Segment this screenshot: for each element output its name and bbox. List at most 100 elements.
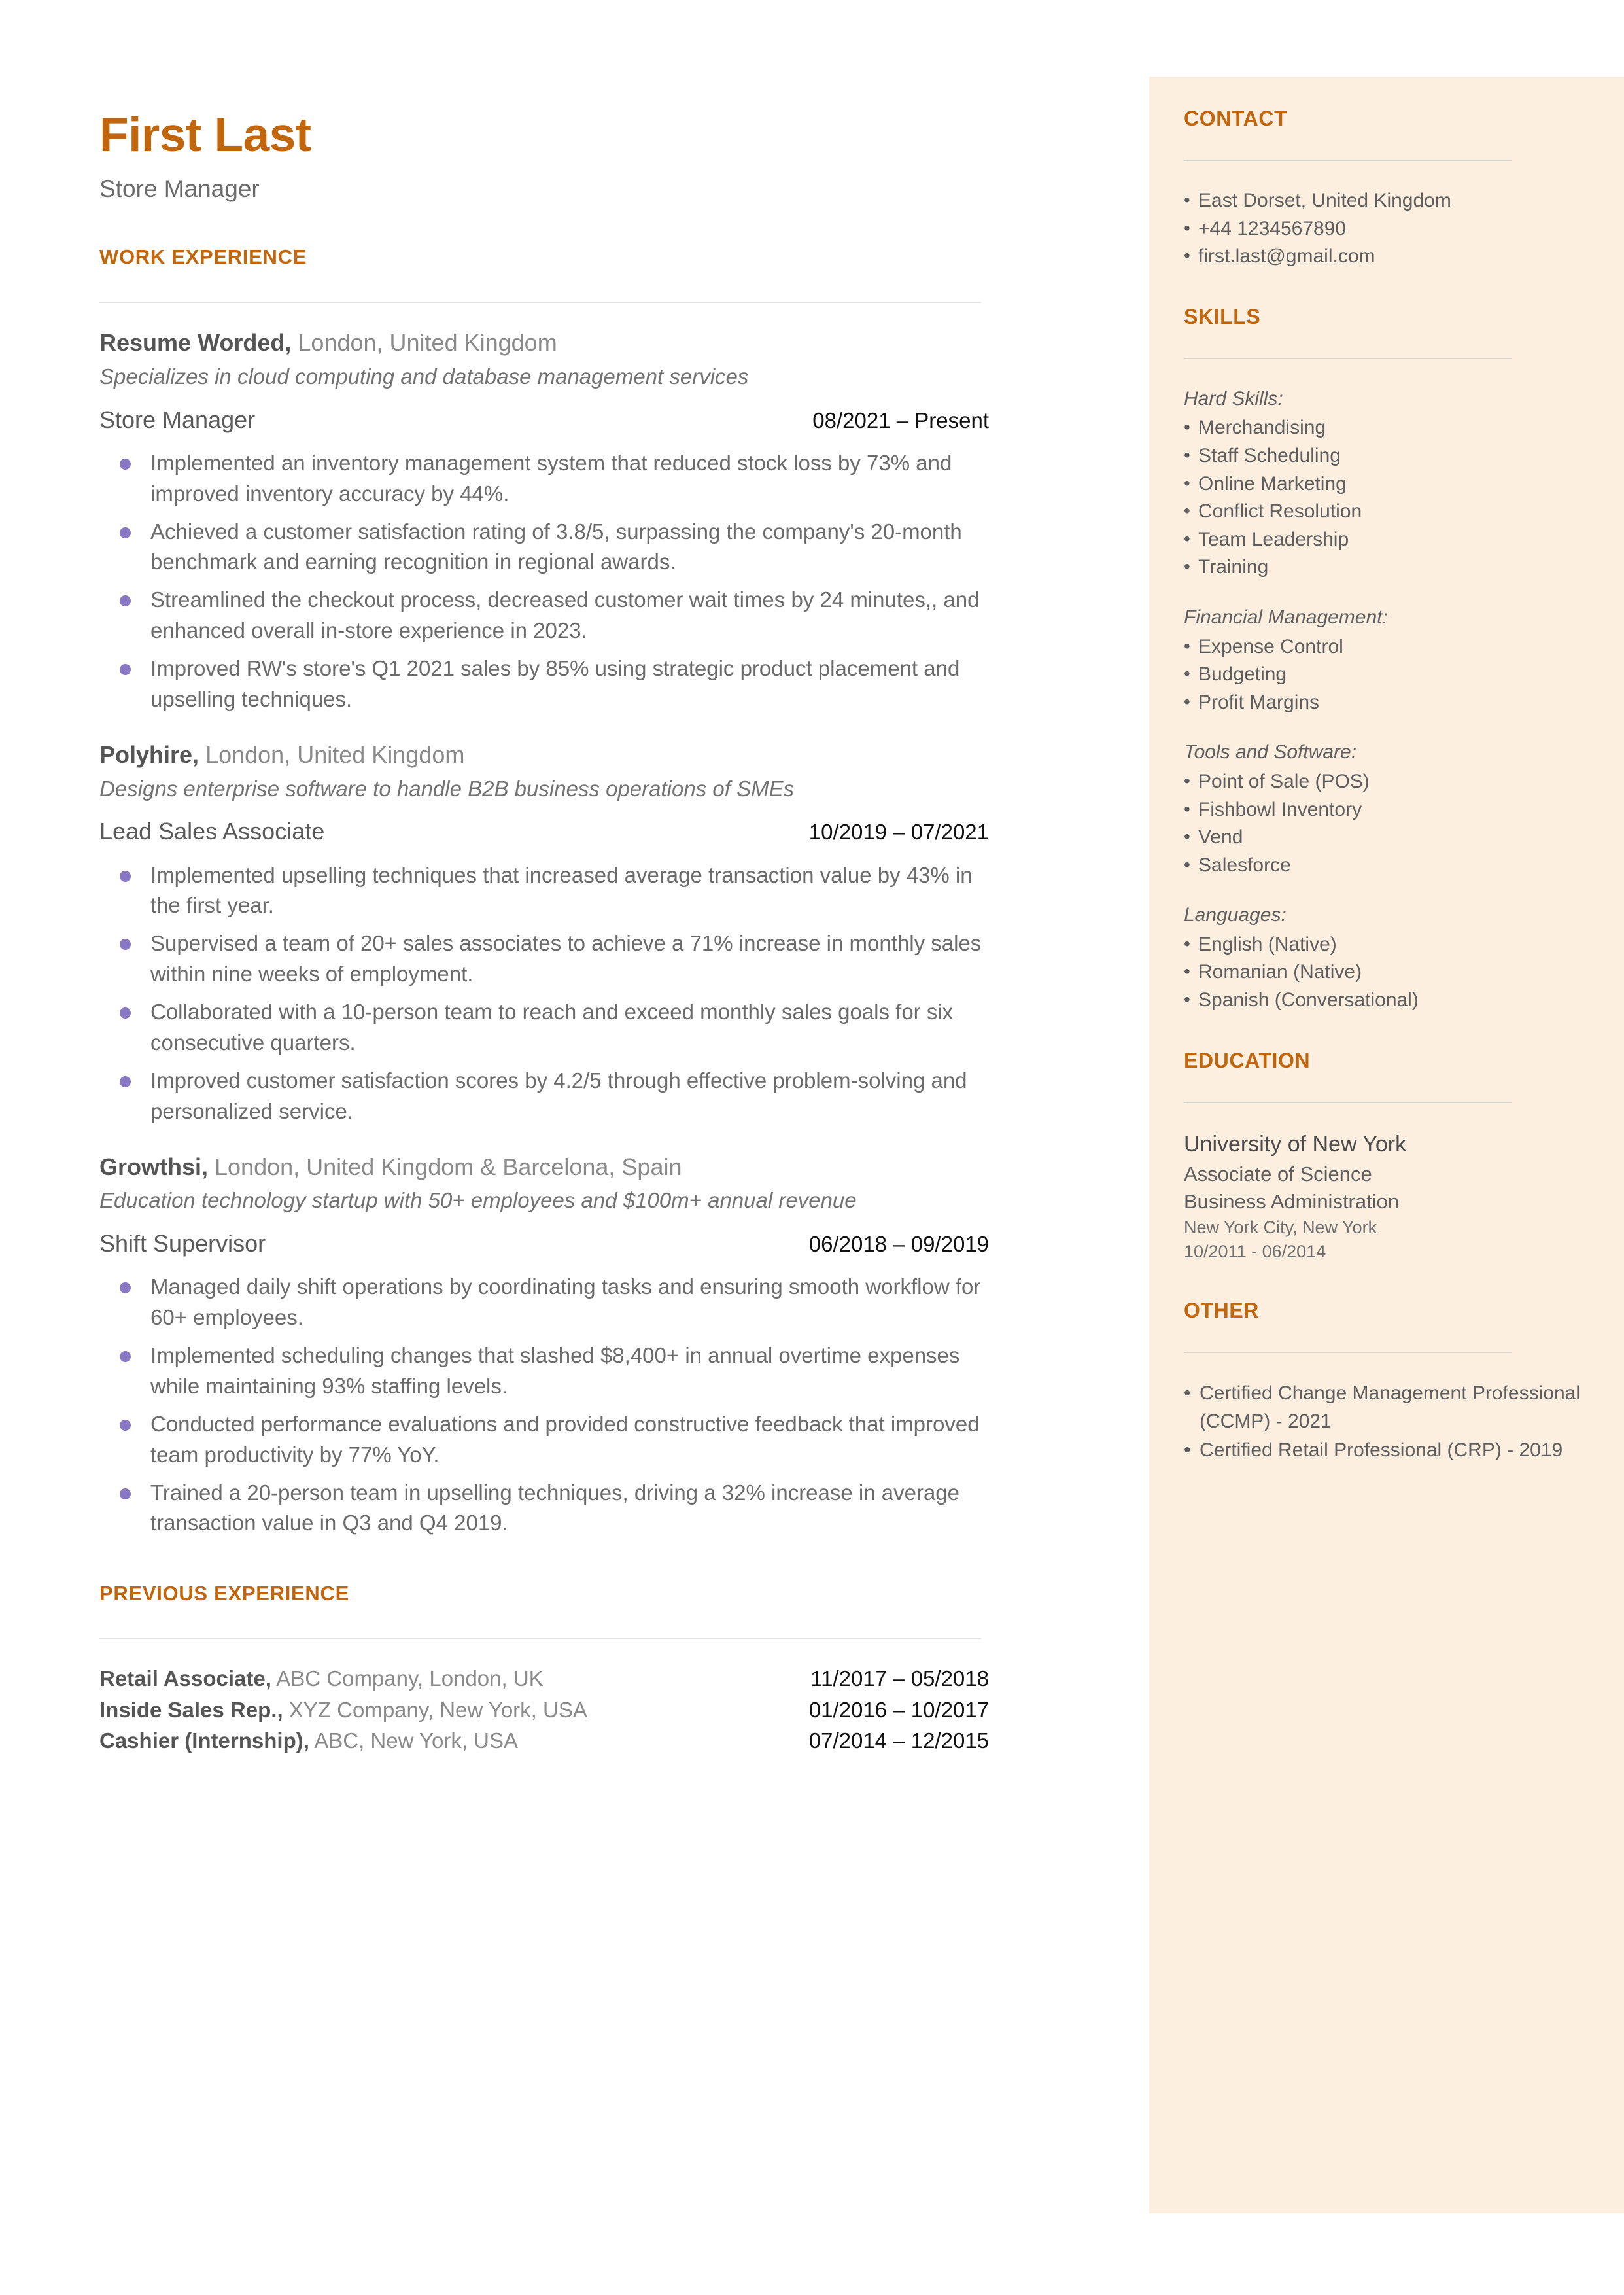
bullet-dot-icon: • — [1184, 826, 1190, 847]
job-bullet-item: Trained a 20-person team in upselling te… — [99, 1478, 989, 1539]
education-location: New York City, New York — [1184, 1218, 1377, 1238]
skill-item: • Budgeting — [1184, 661, 1582, 689]
job-company-name: Resume Worded, — [99, 329, 292, 356]
job-bullet-text: Improved RW's store's Q1 2021 sales by 8… — [150, 656, 960, 711]
page-title: First Last — [99, 109, 311, 162]
skill-item-text: Conflict Resolution — [1198, 500, 1362, 523]
sidebar-divider — [1184, 160, 1512, 161]
skill-item-text: Training — [1198, 556, 1269, 578]
job-date: 10/2019 – 07/2021 — [808, 820, 989, 845]
job-bullet-list: Managed daily shift operations by coordi… — [99, 1272, 989, 1539]
job-title: Shift Supervisor — [99, 1230, 266, 1257]
work-experience-list: Resume Worded, London, United Kingdom Spe… — [99, 328, 989, 1539]
skill-item: • Training — [1184, 553, 1582, 582]
bullet-dot-icon: • — [1184, 989, 1190, 1010]
work-experience-entry: Growthsi, London, United Kingdom & Barce… — [99, 1152, 989, 1539]
skill-item: • English (Native) — [1184, 931, 1582, 959]
education-degree: Associate of Science — [1184, 1162, 1372, 1185]
job-bullet-item: Supervised a team of 20+ sales associate… — [99, 928, 989, 990]
bullet-dot-icon: • — [1184, 933, 1190, 954]
sidebar-divider — [1184, 357, 1512, 359]
previous-experience-label: Cashier (Internship), ABC, New York, USA — [99, 1725, 518, 1757]
bullet-dot-icon: • — [1184, 417, 1190, 438]
skill-item: • Staff Scheduling — [1184, 442, 1582, 470]
section-heading-contact: CONTACT — [1184, 107, 1288, 130]
job-title-row: Shift Supervisor 06/2018 – 09/2019 — [99, 1229, 989, 1257]
skill-item-text: Merchandising — [1198, 417, 1326, 439]
job-bullet-item: Implemented an inventory management syst… — [99, 448, 989, 510]
bullet-dot-icon: • — [1184, 217, 1190, 238]
header-role: Store Manager — [99, 175, 260, 202]
previous-experience-list: Retail Associate, ABC Company, London, U… — [99, 1663, 989, 1757]
section-heading-work-experience: WORK EXPERIENCE — [99, 245, 307, 268]
bullet-dot-icon: • — [1184, 190, 1190, 210]
bullet-dot-icon — [99, 1409, 150, 1431]
bullet-dot-icon: • — [1184, 1382, 1191, 1404]
previous-experience-date: 07/2014 – 12/2015 — [808, 1728, 989, 1753]
bullet-dot-icon — [99, 928, 150, 951]
skill-item: • Team Leadership — [1184, 526, 1582, 554]
job-title: Store Manager — [99, 406, 256, 433]
skill-group: Tools and Software: • Point of Sale (POS) •… — [1184, 739, 1582, 879]
job-location: London, United Kingdom & Barcelona, Spai… — [208, 1153, 682, 1180]
job-date: 06/2018 – 09/2019 — [808, 1232, 989, 1257]
bullet-dot-icon — [99, 860, 150, 882]
skill-item: • Merchandising — [1184, 414, 1582, 442]
sidebar-divider — [1184, 1351, 1512, 1353]
previous-experience-date: 11/2017 – 05/2018 — [810, 1666, 989, 1691]
skill-group: Languages: • English (Native) • Romanian (Na… — [1184, 902, 1582, 1014]
skill-item: • Fishbowl Inventory — [1184, 796, 1582, 824]
job-bullet-text: Trained a 20-person team in upselling te… — [150, 1480, 960, 1535]
sidebar-section-contact: CONTACT • East Dorset, United Kingdom • +44… — [1184, 107, 1582, 271]
job-bullet-item: Improved customer satisfaction scores by… — [99, 1066, 989, 1127]
bullet-dot-icon — [99, 517, 150, 538]
section-heading-skills: SKILLS — [1184, 304, 1261, 328]
skill-item-text: Team Leadership — [1198, 528, 1349, 550]
sidebar-section-other: OTHER • Certified Change Management Profe… — [1184, 1299, 1582, 1465]
other-item: • Certified Change Management Professiona… — [1184, 1379, 1582, 1436]
job-tagline: Specializes in cloud computing and datab… — [99, 364, 749, 389]
job-bullet-item: Streamlined the checkout process, decrea… — [99, 585, 989, 646]
job-company: Polyhire, London, United Kingdom — [99, 740, 989, 771]
sidebar-section-skills: SKILLS Hard Skills: • Merchandising • Staff … — [1184, 305, 1582, 1015]
bullet-dot-icon: • — [1184, 1439, 1191, 1461]
skill-group-label: Hard Skills: — [1184, 387, 1283, 410]
job-bullet-text: Streamlined the checkout process, decrea… — [150, 587, 980, 643]
other-item-text: Certified Retail Professional (CRP) - 20… — [1200, 1439, 1563, 1461]
previous-experience-label: Retail Associate, ABC Company, London, U… — [99, 1663, 544, 1694]
job-bullet-text: Managed daily shift operations by coordi… — [150, 1274, 981, 1330]
bullet-dot-icon — [99, 1272, 150, 1294]
skill-item-text: Point of Sale (POS) — [1198, 770, 1370, 792]
skill-item-text: Romanian (Native) — [1198, 961, 1362, 983]
contact-list: • East Dorset, United Kingdom • +44 1234567… — [1184, 187, 1582, 271]
skill-item: • Online Marketing — [1184, 470, 1582, 499]
sidebar: CONTACT • East Dorset, United Kingdom • +44… — [1149, 77, 1624, 2213]
bullet-dot-icon — [99, 585, 150, 607]
skill-item: • Expense Control — [1184, 633, 1582, 661]
job-bullet-item: Implemented upselling techniques that in… — [99, 860, 989, 922]
bullet-dot-icon — [99, 997, 150, 1019]
job-bullet-text: Collaborated with a 10-person team to re… — [150, 1000, 954, 1055]
education-entry: University of New York Associate of Scie… — [1184, 1129, 1582, 1265]
other-list: • Certified Change Management Professiona… — [1184, 1379, 1582, 1465]
skill-item: • Salesforce — [1184, 852, 1582, 880]
other-item-text: Certified Change Management Professional… — [1200, 1382, 1580, 1433]
bullet-dot-icon: • — [1184, 528, 1190, 549]
job-bullet-item: Implemented scheduling changes that slas… — [99, 1340, 989, 1402]
contact-item-text: +44 1234567890 — [1198, 217, 1347, 239]
bullet-dot-icon: • — [1184, 500, 1190, 521]
job-location: London, United Kingdom — [291, 329, 557, 356]
skill-item: • Spanish (Conversational) — [1184, 987, 1582, 1015]
bullet-dot-icon — [99, 1478, 150, 1499]
skill-item-text: English (Native) — [1198, 933, 1337, 955]
job-company: Growthsi, London, United Kingdom & Barce… — [99, 1152, 989, 1183]
work-experience-entry: Resume Worded, London, United Kingdom Spe… — [99, 328, 989, 715]
skill-item: • Point of Sale (POS) — [1184, 768, 1582, 796]
section-heading-previous-experience: PREVIOUS EXPERIENCE — [99, 1582, 349, 1605]
previous-experience-label: Inside Sales Rep., XYZ Company, New York… — [99, 1694, 587, 1726]
job-bullet-list: Implemented upselling techniques that in… — [99, 860, 989, 1127]
bullet-dot-icon: • — [1184, 472, 1190, 493]
contact-item: • East Dorset, United Kingdom — [1184, 187, 1582, 215]
education-dates: 10/2011 - 06/2014 — [1184, 1242, 1326, 1262]
job-bullet-text: Implemented scheduling changes that slas… — [150, 1343, 960, 1398]
